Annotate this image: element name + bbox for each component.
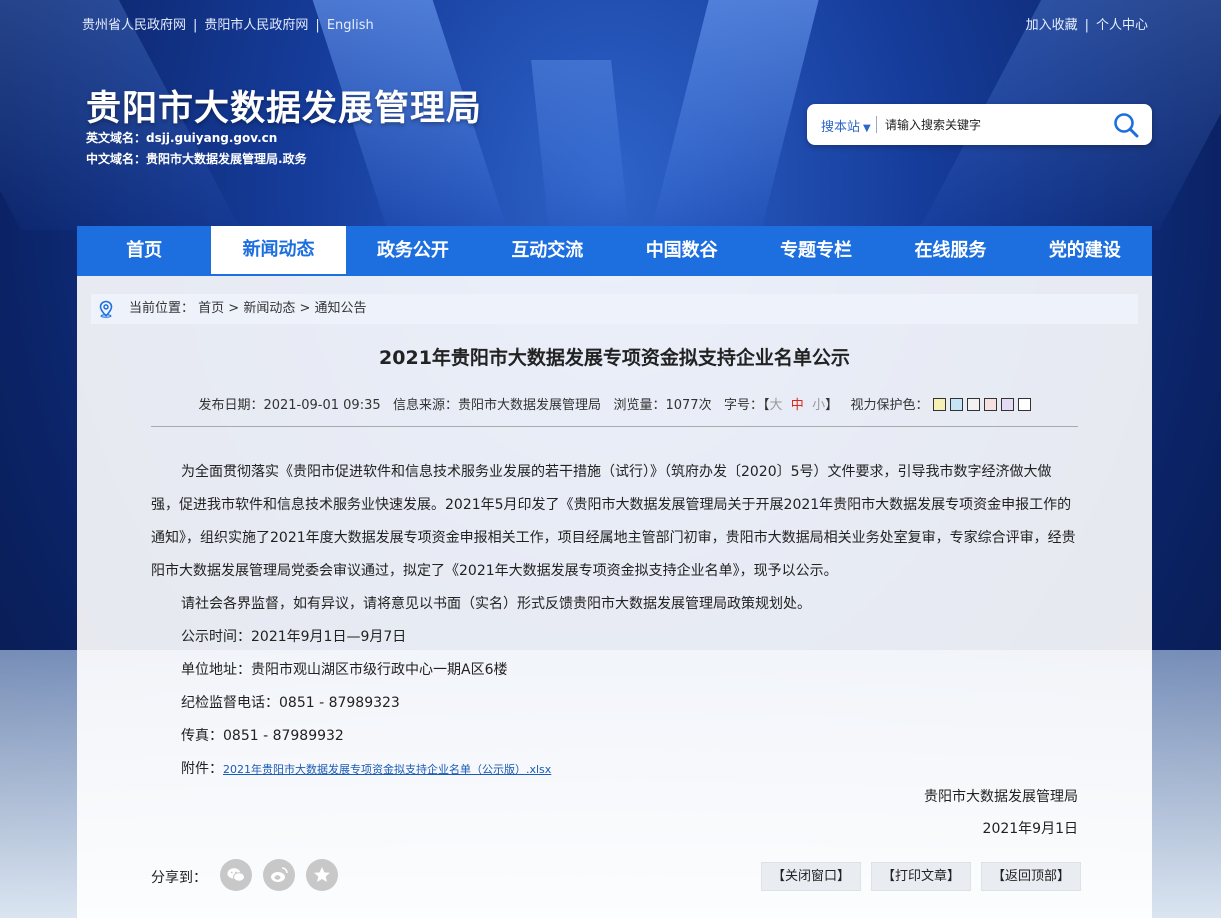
breadcrumb: 当前位置： 首页 > 新闻动态 > 通知公告 <box>91 294 1138 324</box>
eye-protect-label: 视力保护色： <box>850 398 929 413</box>
search-divider <box>876 116 877 133</box>
link-add-favorite[interactable]: 加入收藏 <box>1026 18 1078 33</box>
article-title: 2021年贵阳市大数据发展专项资金拟支持企业名单公示 <box>379 347 850 369</box>
print-article-button[interactable]: 【打印文章】 <box>871 862 972 891</box>
share-wechat-button[interactable] <box>220 859 252 891</box>
content-panel: 当前位置： 首页 > 新闻动态 > 通知公告 2021年贵阳市大数据发展专项资金… <box>77 276 1152 918</box>
search-scope-label: 搜本站 <box>821 120 861 135</box>
publicity-period: 公示时间：2021年9月1日—9月7日 <box>181 629 407 645</box>
supervision-phone: 纪检监督电话：0851 - 87989323 <box>181 695 400 711</box>
nav-special-topics[interactable]: 专题专栏 <box>749 226 883 276</box>
article-body: 为全面贯彻落实《贵阳市促进软件和信息技术服务业发展的若干措施（试行）》（筑府办发… <box>151 456 1078 786</box>
font-size-medium[interactable]: 中 <box>791 398 804 413</box>
eye-color-swatch[interactable] <box>949 398 963 411</box>
date-label: 发布日期： <box>198 398 264 413</box>
attachment-line: 附件：2021年贵阳市大数据发展专项资金拟支持企业名单（公示版）.xlsx <box>151 753 1078 786</box>
cn-domain-value: 贵阳市大数据发展管理局.政务 <box>146 152 307 166</box>
views-label: 浏览量： <box>613 398 666 413</box>
bracket: 】 <box>825 398 839 413</box>
site-title: 贵阳市大数据发展管理局 <box>86 89 483 129</box>
search-icon <box>1114 113 1139 138</box>
font-size-small[interactable]: 小 <box>812 398 825 413</box>
nav-news[interactable]: 新闻动态 <box>211 226 346 276</box>
nav-interaction[interactable]: 互动交流 <box>480 226 614 276</box>
divider <box>151 426 1078 427</box>
en-domain: 英文域名：dsjj.guiyang.gov.cn <box>86 129 277 146</box>
signature-org: 贵阳市大数据发展管理局 <box>924 789 1078 805</box>
breadcrumb-text: 当前位置： 首页 > 新闻动态 > 通知公告 <box>129 294 366 324</box>
separator: | <box>193 18 198 33</box>
cn-domain-label: 中文域名： <box>86 152 147 166</box>
eye-color-swatch[interactable] <box>932 398 946 411</box>
nav-home[interactable]: 首页 <box>77 226 211 276</box>
share-favorite-button[interactable] <box>306 859 338 891</box>
search-scope-select[interactable]: 搜本站 ▼ <box>821 116 871 135</box>
link-guizhou-gov[interactable]: 贵州省人民政府网 <box>82 18 186 33</box>
star-icon <box>314 867 330 882</box>
fontsize-label: 字号： <box>723 398 763 413</box>
close-window-button[interactable]: 【关闭窗口】 <box>761 862 862 891</box>
cn-domain: 中文域名：贵阳市大数据发展管理局.政务 <box>86 150 307 167</box>
main-nav: 首页 新闻动态 政务公开 互动交流 中国数谷 专题专栏 在线服务 党的建设 <box>77 226 1152 276</box>
source-value: 贵阳市大数据发展管理局 <box>458 398 602 413</box>
fax-number: 传真：0851 - 87989932 <box>181 728 344 744</box>
en-domain-label: 英文域名： <box>86 131 147 145</box>
nav-china-data-valley[interactable]: 中国数谷 <box>615 226 749 276</box>
caret-down-icon: ▼ <box>863 123 871 134</box>
paragraph-2: 请社会各界监督，如有异议，请将意见以书面（实名）形式反馈贵阳市大数据发展管理局政… <box>181 596 811 612</box>
breadcrumb-label: 当前位置： <box>129 301 195 316</box>
en-domain-value: dsjj.guiyang.gov.cn <box>146 131 278 145</box>
share-label: 分享到： <box>151 870 207 886</box>
attachment-label: 附件： <box>181 761 223 777</box>
link-guiyang-gov[interactable]: 贵阳市人民政府网 <box>204 18 308 33</box>
link-english[interactable]: English <box>327 18 374 33</box>
search-box: 搜本站 ▼ <box>807 104 1152 145</box>
article-meta: 发布日期：2021-09-01 09:35 信息来源：贵阳市大数据发展管理局 浏… <box>77 394 1152 413</box>
search-button[interactable] <box>1112 111 1140 139</box>
source-label: 信息来源： <box>393 398 459 413</box>
signature-date: 2021年9月1日 <box>982 821 1078 837</box>
bg-light-beam <box>651 0 819 230</box>
views-value: 1077次 <box>665 398 712 413</box>
eye-color-swatch[interactable] <box>1000 398 1014 411</box>
search-input[interactable] <box>883 113 1107 137</box>
eye-color-swatch[interactable] <box>1017 398 1031 411</box>
unit-address: 单位地址：贵阳市观山湖区市级行政中心一期A区6楼 <box>181 662 508 678</box>
wechat-icon <box>227 868 245 882</box>
breadcrumb-path[interactable]: 首页 > 新闻动态 > 通知公告 <box>198 301 366 316</box>
nav-online-service[interactable]: 在线服务 <box>883 226 1017 276</box>
eye-color-swatch[interactable] <box>966 398 980 411</box>
paragraph-1: 为全面贯彻落实《贵阳市促进软件和信息技术服务业发展的若干措施（试行）》（筑府办发… <box>151 464 1076 579</box>
nav-gov-affairs[interactable]: 政务公开 <box>346 226 480 276</box>
top-links-left: 贵州省人民政府网 | 贵阳市人民政府网 | English <box>82 14 374 33</box>
publish-date: 2021-09-01 09:35 <box>263 398 381 413</box>
weibo-icon <box>271 867 288 882</box>
separator: | <box>1084 18 1089 33</box>
font-size-large[interactable]: 大 <box>770 398 783 413</box>
top-links-right: 加入收藏 | 个人中心 <box>1026 14 1148 33</box>
top-bar: 贵州省人民政府网 | 贵阳市人民政府网 | English 加入收藏 | 个人中心 <box>82 14 1148 34</box>
bg-light-beam <box>531 60 629 230</box>
location-pin-icon <box>99 300 113 318</box>
back-to-top-button[interactable]: 【返回顶部】 <box>981 862 1082 891</box>
link-personal-center[interactable]: 个人中心 <box>1096 18 1148 33</box>
eye-color-swatch[interactable] <box>983 398 997 411</box>
share-weibo-button[interactable] <box>263 859 295 891</box>
attachment-link[interactable]: 2021年贵阳市大数据发展专项资金拟支持企业名单（公示版）.xlsx <box>223 763 551 776</box>
nav-party-building[interactable]: 党的建设 <box>1018 226 1152 276</box>
separator: | <box>315 18 320 33</box>
